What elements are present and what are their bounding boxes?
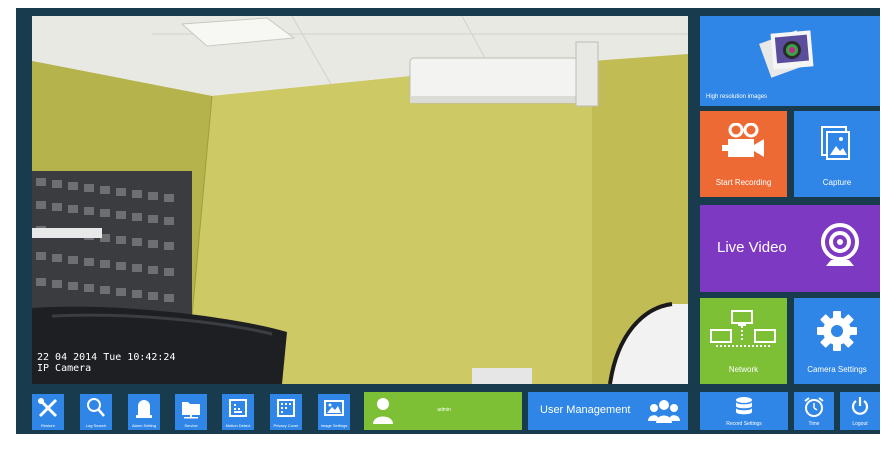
- start-recording-label: Start Recording: [715, 178, 772, 187]
- image-settings-button[interactable]: Image Settings: [318, 394, 350, 430]
- time-label: Time: [808, 421, 820, 427]
- network-icon: [710, 310, 776, 347]
- privacy-cover-label: Privacy Cover: [273, 423, 299, 428]
- alarm-setting-label: Alarm Setting: [131, 423, 156, 428]
- capture-label: Capture: [822, 178, 852, 187]
- image-capture-icon: [821, 126, 850, 160]
- current-user-panel: admin: [364, 392, 522, 430]
- user-management-button[interactable]: User Management: [528, 392, 688, 430]
- logout-label: Logout: [852, 421, 868, 427]
- webcam-icon: [821, 223, 859, 266]
- privacy-grid-icon: [277, 399, 295, 417]
- privacy-cover-button[interactable]: Privacy Cover: [270, 394, 302, 430]
- power-icon: [851, 397, 869, 415]
- service-button[interactable]: Service: [175, 394, 207, 430]
- alarm-light-icon: [136, 400, 152, 418]
- high-resolution-images-label: High resolution images: [706, 94, 768, 100]
- live-video-label: Live Video: [717, 239, 787, 256]
- image-settings-label: Image Settings: [320, 423, 348, 428]
- network-tile[interactable]: Network: [700, 298, 787, 384]
- time-button[interactable]: Time: [794, 392, 834, 430]
- user-management-label: User Management: [540, 404, 631, 416]
- record-settings-label: Record Settings: [726, 421, 762, 427]
- log-search-button[interactable]: Log Search: [80, 394, 112, 430]
- database-icon: [736, 397, 752, 415]
- motion-detect-button[interactable]: Motion Detect: [222, 394, 254, 430]
- folder-icon: [182, 402, 200, 419]
- camera-scene: [32, 16, 688, 384]
- users-group-icon: [648, 400, 680, 423]
- video-camera-icon: [722, 123, 764, 157]
- restore-button[interactable]: Restore: [32, 394, 64, 430]
- motion-detect-icon: [229, 399, 247, 417]
- camera-settings-tile[interactable]: Camera Settings: [794, 298, 880, 384]
- osd-camera-name: IP Camera: [37, 363, 92, 374]
- log-search-label: Log Search: [85, 423, 107, 428]
- camera-view[interactable]: [32, 16, 688, 384]
- clock-icon: [804, 397, 824, 417]
- restore-label: Restore: [40, 423, 55, 428]
- start-recording-tile[interactable]: Start Recording: [700, 111, 787, 197]
- camera-settings-label: Camera Settings: [807, 365, 867, 374]
- tools-icon: [38, 398, 58, 418]
- osd-overlay: 22 04 2014 Tue 10:42:24 IP Camera: [37, 352, 175, 374]
- capture-tile[interactable]: Capture: [794, 111, 880, 197]
- network-label: Network: [728, 365, 759, 374]
- photos-icon: [759, 30, 814, 78]
- motion-detect-label: Motion Detect: [225, 423, 251, 428]
- search-icon: [87, 398, 105, 417]
- record-settings-button[interactable]: Record Settings: [700, 392, 788, 430]
- user-icon: [373, 398, 393, 424]
- logout-button[interactable]: Logout: [840, 392, 880, 430]
- high-resolution-images-tile[interactable]: High resolution images: [700, 16, 880, 106]
- service-label: Service: [184, 423, 198, 428]
- image-icon: [324, 400, 344, 416]
- live-video-tile[interactable]: Live Video: [700, 205, 880, 292]
- alarm-setting-button[interactable]: Alarm Setting: [128, 394, 160, 430]
- gear-icon: [817, 311, 857, 351]
- osd-datetime: 22 04 2014 Tue 10:42:24: [37, 352, 176, 363]
- current-user-name: admin: [437, 407, 451, 413]
